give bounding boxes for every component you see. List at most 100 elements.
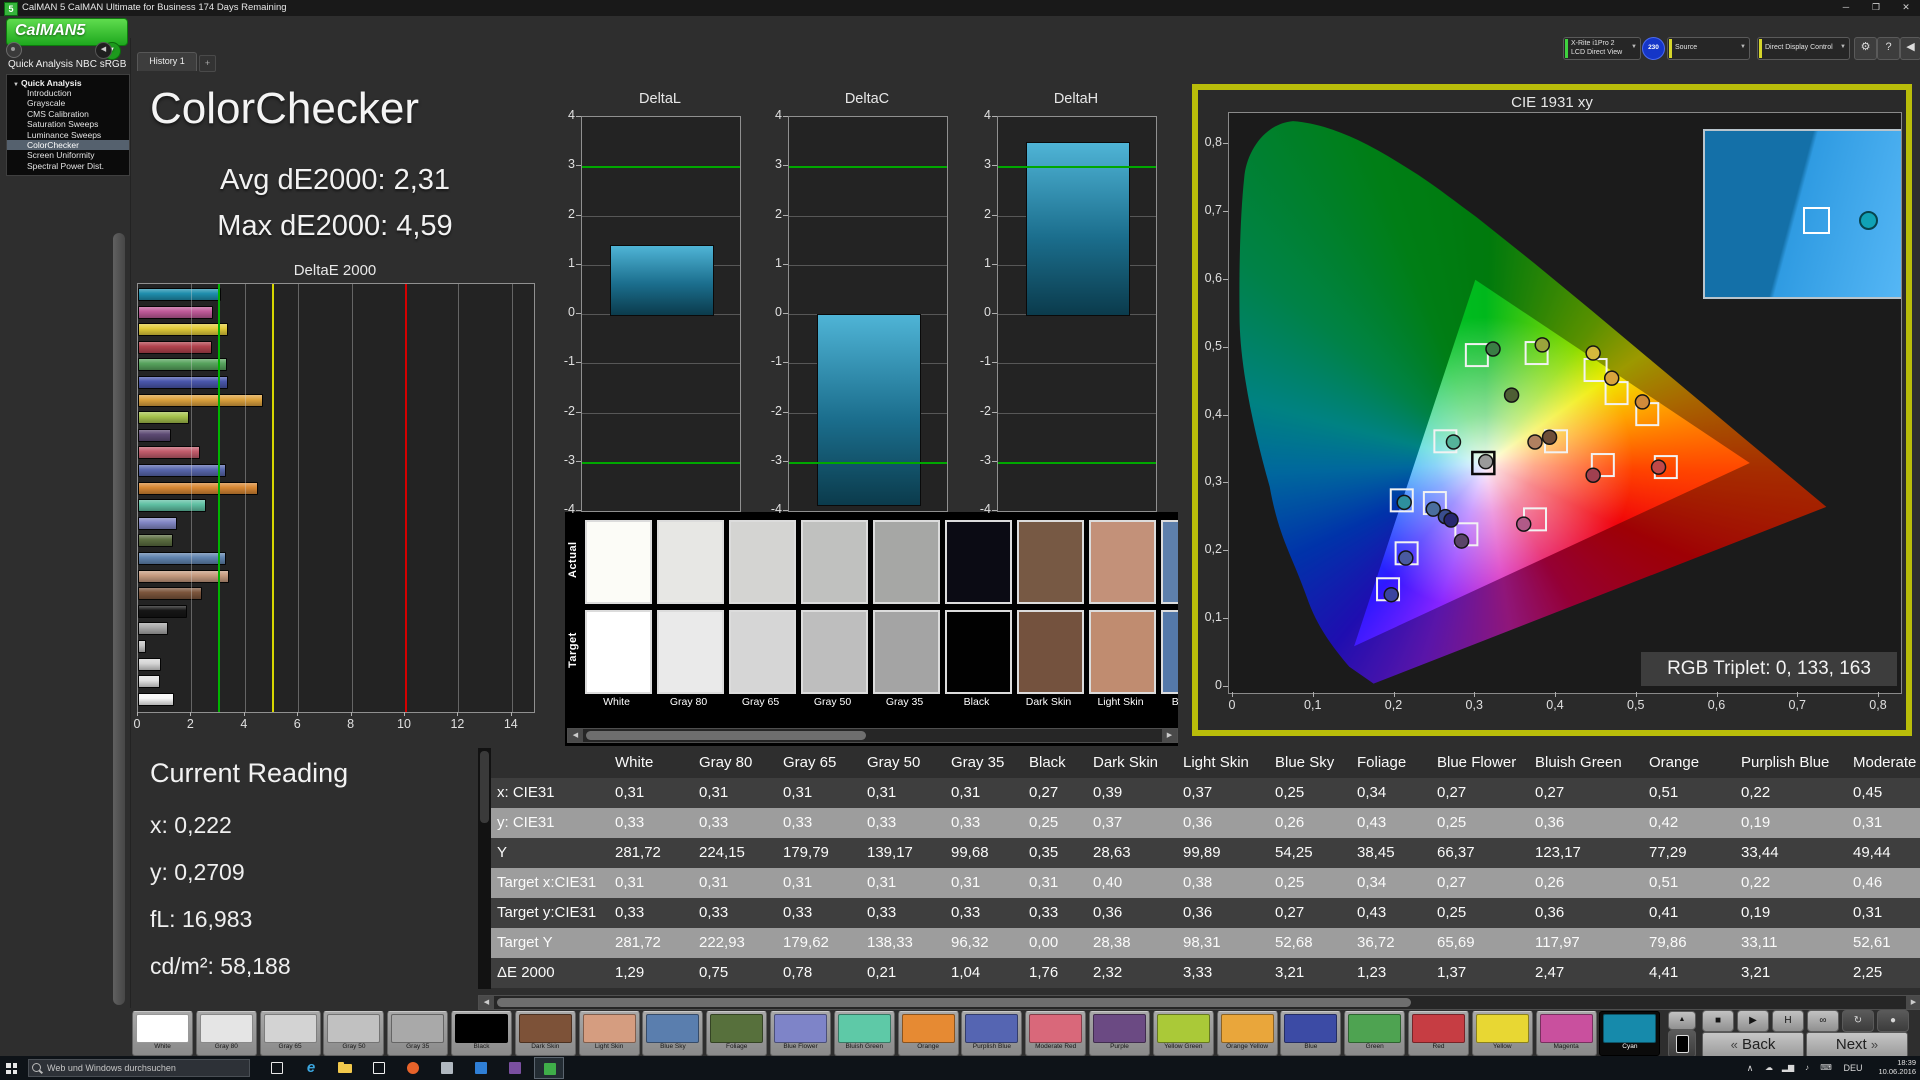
patch-tile-magenta[interactable]: Magenta — [1536, 1011, 1597, 1056]
patch-tile-purplish-blue[interactable]: Purplish Blue — [961, 1011, 1022, 1056]
stop-button[interactable]: ■ — [1702, 1010, 1734, 1032]
patch-tile-bluish-green[interactable]: Bluish Green — [834, 1011, 895, 1056]
patch-tile-black[interactable]: Black — [451, 1011, 512, 1056]
continuous-button[interactable]: ∞ — [1807, 1010, 1839, 1032]
sidebar-item-luminance-sweeps[interactable]: Luminance Sweeps — [7, 130, 129, 140]
page-vertical-scrollbar[interactable] — [113, 233, 125, 1005]
store-icon[interactable] — [364, 1057, 394, 1079]
lch-axis-label: -4 — [549, 502, 575, 516]
collapse-panel-icon[interactable]: ◀ — [1900, 37, 1920, 60]
sidebar-item-saturation-sweeps[interactable]: Saturation Sweeps — [7, 119, 129, 129]
sidebar-collapse-icon[interactable]: ◀ — [95, 42, 112, 59]
sidebar-item-introduction[interactable]: Introduction — [7, 88, 129, 98]
table-row-y-cie31: y: CIE310,330,330,330,330,330,250,370,36… — [491, 808, 1920, 838]
patch-tile-gray-65[interactable]: Gray 65 — [260, 1011, 321, 1056]
table-cell: Blue Flower — [1431, 748, 1529, 778]
scroll-right-icon[interactable]: ▶ — [1906, 996, 1920, 1009]
patch-tile-purple[interactable]: Purple — [1089, 1011, 1150, 1056]
clock[interactable]: 18:39 10.06.2016 — [1872, 1058, 1916, 1076]
tree-expander-icon[interactable]: ▼ — [13, 82, 19, 88]
patch-window-button[interactable] — [1668, 1030, 1696, 1058]
close-button[interactable]: ✕ — [1892, 0, 1920, 16]
app-blue-icon[interactable] — [466, 1057, 496, 1079]
refresh-button[interactable]: ↻ — [1842, 1010, 1874, 1032]
patch-tile-moderate-red[interactable]: Moderate Red — [1025, 1011, 1086, 1056]
keyboard-icon[interactable]: ⌨ — [1817, 1056, 1835, 1080]
patch-tile-white[interactable]: White — [132, 1011, 193, 1056]
swatch-horizontal-scrollbar[interactable]: ◀▶ — [567, 728, 1178, 743]
meter-badge[interactable]: 230 — [1642, 37, 1665, 60]
help-icon[interactable]: ? — [1877, 37, 1900, 60]
sidebar-item-grayscale[interactable]: Grayscale — [7, 98, 129, 108]
cloud-icon[interactable]: ☁ — [1760, 1056, 1778, 1080]
table-horizontal-scrollbar-thumb[interactable] — [497, 998, 1411, 1007]
scroll-left-icon[interactable]: ◀ — [568, 729, 583, 742]
sidebar-item-colorchecker[interactable]: ColorChecker — [7, 140, 129, 150]
deltae-axis-tick — [404, 712, 405, 716]
task-view-icon[interactable] — [262, 1057, 292, 1079]
taskbar-search-input[interactable]: Web und Windows durchsuchen — [28, 1059, 250, 1077]
patch-tile-orange-yellow[interactable]: Orange Yellow — [1217, 1011, 1278, 1056]
meter-dropdown[interactable]: X-Rite i1Pro 2LCD Direct View ▼ — [1563, 37, 1641, 60]
patch-tile-gray-80[interactable]: Gray 80 — [196, 1011, 257, 1056]
calman-running-icon[interactable] — [534, 1057, 564, 1079]
patch-tile-blue-sky[interactable]: Blue Sky — [642, 1011, 703, 1056]
start-button-icon[interactable] — [6, 1063, 17, 1074]
patch-tile-foliage[interactable]: Foliage — [706, 1011, 767, 1056]
patch-tile-dark-skin[interactable]: Dark Skin — [515, 1011, 576, 1056]
sidebar-item-spectral-power-dist-[interactable]: Spectral Power Dist. — [7, 161, 129, 171]
add-tab-button[interactable]: + — [199, 55, 216, 72]
patch-tile-yellow[interactable]: Yellow — [1472, 1011, 1533, 1056]
app-purple-icon[interactable] — [500, 1057, 530, 1079]
patch-tile-yellow-green[interactable]: Yellow Green — [1153, 1011, 1214, 1056]
language-indicator[interactable]: DEU — [1840, 1056, 1866, 1080]
minimize-button[interactable]: ─ — [1832, 0, 1860, 16]
table-vertical-scrollbar-thumb[interactable] — [480, 751, 489, 823]
maximize-button[interactable]: ❐ — [1862, 0, 1890, 16]
sidebar-item-screen-uniformity[interactable]: Screen Uniformity — [7, 150, 129, 160]
tree-root[interactable]: ▼Quick Analysis — [7, 75, 129, 88]
patch-tile-red[interactable]: Red — [1408, 1011, 1469, 1056]
table-cell: 0,42 — [1643, 808, 1735, 838]
patch-tile-blue[interactable]: Blue — [1280, 1011, 1341, 1056]
patch-tile-gray-50[interactable]: Gray 50 — [323, 1011, 384, 1056]
source-dropdown[interactable]: Source ▼ — [1667, 37, 1750, 60]
patch-tile-light-skin[interactable]: Light Skin — [579, 1011, 640, 1056]
hidden-icons-chevron[interactable]: ∧ — [1742, 1056, 1758, 1080]
patch-tile-cyan[interactable]: Cyan — [1599, 1011, 1660, 1056]
patch-tile-gray-35[interactable]: Gray 35 — [387, 1011, 448, 1056]
scroll-right-icon[interactable]: ▶ — [1162, 729, 1177, 742]
deltah-chart — [997, 116, 1157, 512]
app-gray-icon[interactable] — [432, 1057, 462, 1079]
deltae-axis-label: 14 — [496, 717, 526, 731]
sidebar-separator — [130, 38, 131, 1008]
history-button[interactable]: H — [1772, 1010, 1804, 1032]
strip-collapse-button[interactable]: ▲ — [1668, 1011, 1696, 1030]
play-button[interactable]: ▶ — [1737, 1010, 1769, 1032]
patch-tile-orange[interactable]: Orange — [898, 1011, 959, 1056]
next-button[interactable]: Next » — [1806, 1032, 1908, 1058]
edge-browser-icon[interactable]: e — [296, 1057, 326, 1079]
tab-history-1[interactable]: History 1 — [137, 52, 197, 71]
table-horizontal-scrollbar[interactable]: ◀ ▶ — [478, 995, 1920, 1010]
swatch-scrollbar-thumb[interactable] — [586, 731, 866, 740]
lch-reference-line — [582, 166, 740, 168]
deltae-gridline — [458, 284, 459, 712]
patch-tile-blue-flower[interactable]: Blue Flower — [770, 1011, 831, 1056]
patch-color — [774, 1014, 827, 1043]
patch-tile-green[interactable]: Green — [1344, 1011, 1405, 1056]
sidebar-item-cms-calibration[interactable]: CMS Calibration — [7, 109, 129, 119]
network-icon[interactable]: ▂▆ — [1779, 1056, 1797, 1080]
file-explorer-icon[interactable] — [330, 1057, 360, 1079]
table-cell: 0,31 — [609, 778, 693, 808]
app-orange-icon[interactable] — [398, 1057, 428, 1079]
swatch-name-label: Light Skin — [1087, 696, 1154, 708]
gear-icon[interactable]: ⚙ — [1854, 37, 1877, 60]
scroll-left-icon[interactable]: ◀ — [479, 996, 494, 1009]
display-control-dropdown[interactable]: Direct Display Control ▼ — [1757, 37, 1850, 60]
sidebar-record-icon[interactable] — [6, 42, 22, 58]
back-button[interactable]: « Back — [1702, 1032, 1804, 1058]
volume-icon[interactable]: ♪ — [1798, 1056, 1816, 1080]
calman-logo[interactable]: CalMAN5 ▼ — [6, 18, 128, 46]
record-button[interactable]: ● — [1877, 1010, 1909, 1032]
